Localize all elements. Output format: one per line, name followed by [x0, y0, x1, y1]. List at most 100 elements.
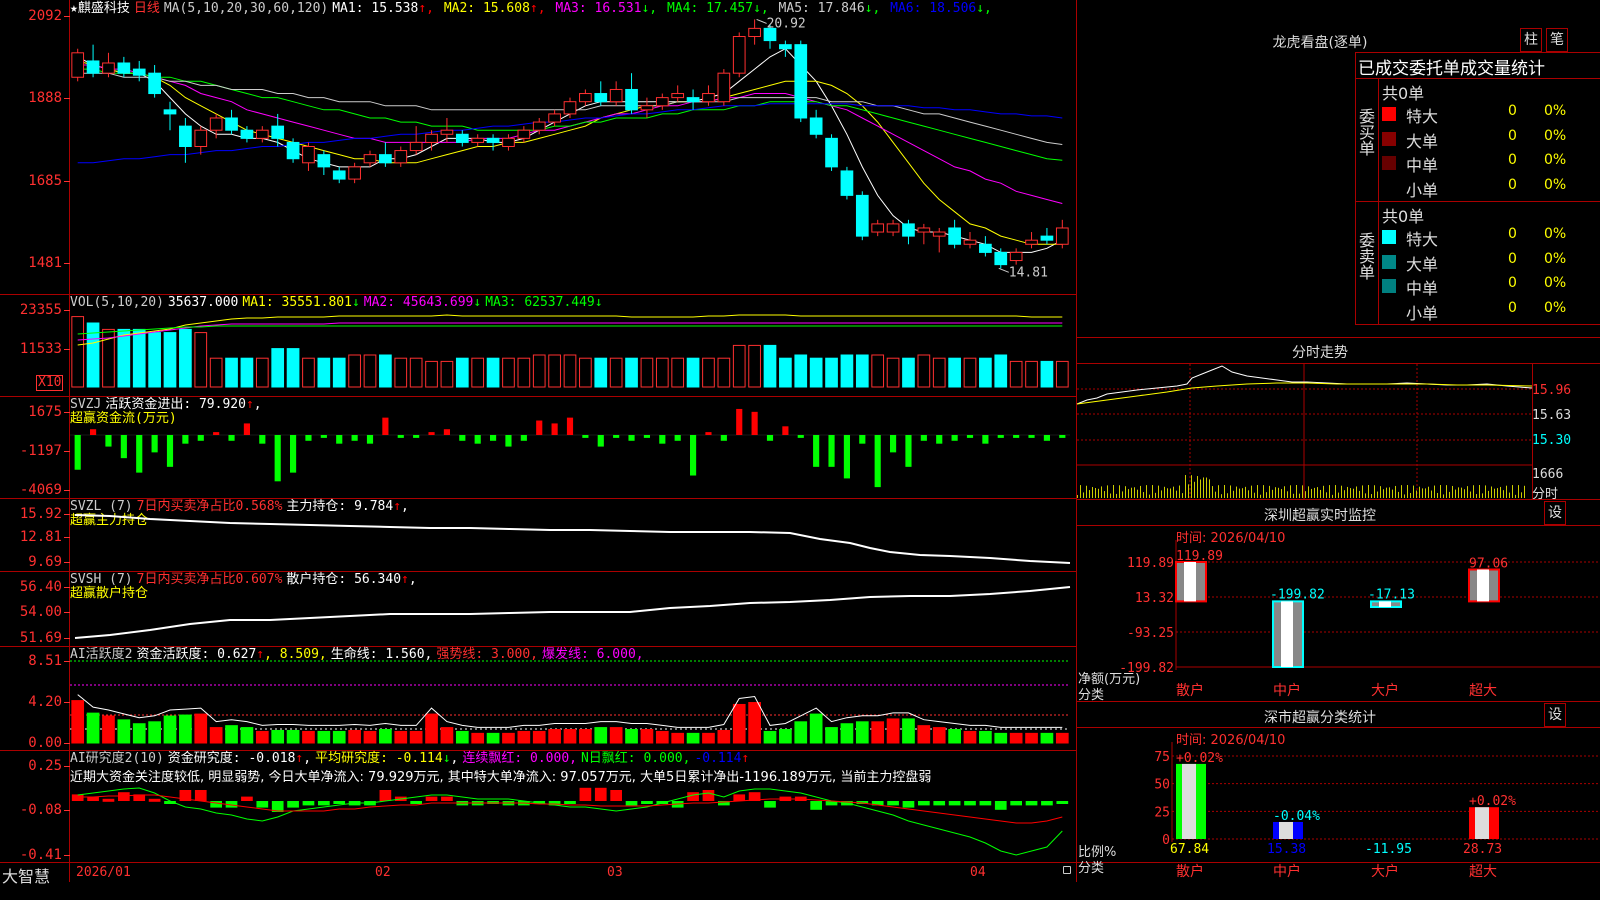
main-chart-area[interactable]: ★麒盛科技 日线 MA(5,10,20,30,60,120) MA1: 15.538↑… — [0, 0, 1600, 882]
sell-total: 共0单 — [1382, 207, 1425, 226]
fund-flow-bar — [705, 432, 712, 435]
fund-flow-bar — [166, 435, 174, 467]
class-value-label: 67.84 — [1170, 842, 1209, 857]
research-bar — [379, 790, 392, 801]
minute-volume-bar — [1395, 485, 1396, 498]
monitor-axis-label: -93.25 — [1127, 626, 1174, 641]
research-bar — [194, 790, 207, 801]
candle-body — [486, 137, 500, 143]
research-bar — [333, 801, 346, 804]
price-axis-label: 1481 — [28, 255, 62, 271]
minute-volume-bar — [1494, 488, 1495, 498]
minute-volume-bar — [1341, 485, 1342, 498]
minute-volume-bar — [1392, 489, 1393, 498]
lock-icon[interactable] — [1063, 866, 1071, 874]
minute-volume-bar — [1254, 492, 1255, 498]
candlestick-chart[interactable]: 20.92 14.81 — [70, 0, 1076, 294]
activity-chart[interactable] — [70, 647, 1076, 750]
minute-volume-bar — [1146, 485, 1147, 498]
minute-volume-bar — [1236, 486, 1237, 498]
fund-flow-bar — [259, 435, 266, 444]
minute-volume-bar — [1332, 494, 1333, 498]
fund-flow-bar — [228, 435, 235, 441]
volume-bar — [471, 357, 485, 388]
fund-flow-bar — [582, 435, 589, 438]
activity-bar — [671, 732, 685, 744]
candle-body — [179, 125, 192, 148]
monitor-value-label: 119.89 — [1176, 549, 1223, 564]
sell-row-name: 小单 — [1406, 303, 1439, 323]
monitor-category-label: 大户 — [1371, 682, 1399, 699]
volume-bar — [855, 354, 869, 388]
volume-bar — [394, 357, 408, 388]
fund-flow-bar — [628, 435, 635, 441]
candle-body — [1055, 227, 1069, 245]
class-category-label: 超大 — [1469, 864, 1497, 880]
minute-volume-bar — [1347, 486, 1348, 498]
minute-volume-bar — [1365, 493, 1366, 498]
minute-volume-bar — [1434, 485, 1435, 498]
volume-bar — [225, 357, 238, 388]
minute-volume-bar — [1404, 494, 1405, 498]
sell-row-name: 中单 — [1406, 279, 1439, 298]
volume-bar — [779, 357, 792, 388]
minute-volume-bar — [1107, 485, 1108, 498]
activity-bar — [932, 727, 946, 744]
volume-bar — [132, 328, 146, 388]
activity-bar — [655, 730, 669, 744]
activity-bar — [132, 723, 146, 744]
class-axis-label: 75 — [1154, 750, 1170, 765]
fund-flow-bar — [951, 435, 958, 441]
candle-body — [855, 194, 869, 237]
activity-bar — [117, 719, 131, 744]
volume-bar — [163, 332, 177, 388]
stroke-view-button[interactable]: 笔 — [1546, 28, 1568, 52]
candle-body — [86, 60, 100, 74]
class-bar — [1273, 821, 1303, 839]
class-value-label: 15.38 — [1267, 842, 1306, 857]
minute-volume-bar — [1269, 485, 1270, 498]
candle-body — [594, 93, 608, 103]
minute-volume-bar — [1209, 479, 1210, 498]
minute-volume-bar — [1371, 494, 1372, 498]
minute-volume-bar — [1488, 490, 1489, 498]
volume-bar — [286, 348, 300, 388]
activity-bar — [317, 730, 331, 744]
fund-flow-bar — [74, 435, 81, 470]
minute-volume-bar — [1428, 486, 1429, 498]
sell-row-name: 大单 — [1406, 254, 1439, 274]
monitor-axis-label: 13.32 — [1135, 591, 1174, 606]
fund-flow-chart[interactable] — [70, 397, 1076, 498]
minute-volume-bar — [1314, 487, 1315, 498]
minute-chart[interactable] — [1076, 364, 1533, 499]
longhu-subtitle: 已成交委托单成交量统计 — [1358, 59, 1545, 79]
activity-bar — [363, 730, 377, 744]
volume-bar — [794, 354, 808, 388]
minute-volume-bar — [1374, 485, 1375, 498]
minute-volume-bar — [1413, 485, 1414, 498]
bar-view-button[interactable]: 柱 — [1520, 28, 1542, 52]
buy-row: 中单 0 0% — [1380, 152, 1600, 175]
candle-body — [1009, 251, 1023, 262]
fund-flow-bar — [674, 435, 681, 441]
minute-axis-label: 1666 — [1532, 467, 1564, 482]
fund-flow-bar — [351, 435, 358, 441]
activity-bar — [102, 715, 115, 744]
minute-volume-bar — [1263, 485, 1264, 498]
minute-volume-bar — [1284, 486, 1285, 498]
sz-class-settings-button[interactable]: 设 — [1544, 703, 1566, 727]
research-chart[interactable] — [70, 751, 1076, 862]
volume-bar — [732, 344, 746, 388]
minute-volume-bar — [1131, 487, 1132, 498]
minute-volume-bar — [1500, 486, 1501, 498]
candle-body — [671, 93, 685, 99]
volume-bar — [979, 357, 992, 388]
fund-flow-bar — [982, 435, 989, 444]
volume-chart[interactable] — [70, 295, 1076, 396]
vol-axis-label: 23355 — [19, 302, 62, 318]
sz-monitor-settings-button[interactable]: 设 — [1544, 501, 1566, 525]
buy-row-name: 特大 — [1406, 107, 1439, 126]
activity-bar — [563, 729, 577, 744]
fund-flow-bar — [766, 435, 774, 441]
svzj-axis-label: 1675 — [28, 404, 62, 420]
